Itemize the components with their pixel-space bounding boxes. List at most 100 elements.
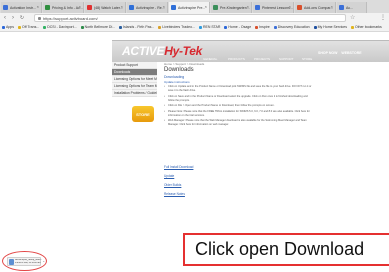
url-text: https://support.activboard.com/ bbox=[43, 15, 98, 21]
nav-item[interactable]: PRODUCTS bbox=[228, 57, 245, 61]
bookmark-icon bbox=[17, 25, 21, 29]
nav-item[interactable]: GENERAL bbox=[203, 57, 217, 61]
bookmark-label: Inspire bbox=[259, 25, 270, 29]
bookmark-label: Islands - Firth Pas... bbox=[123, 25, 155, 29]
bookmark-label: DCSI - Davinport... bbox=[47, 25, 77, 29]
reload-icon[interactable]: ↻ bbox=[19, 15, 25, 21]
browser-tab[interactable]: Pricing & Info - Ac... × bbox=[43, 2, 84, 13]
browser-tab[interactable]: (48) Watch Later... × bbox=[85, 2, 126, 13]
bookmark-icon bbox=[198, 25, 202, 29]
close-icon[interactable]: × bbox=[205, 4, 207, 9]
tab-favicon-icon bbox=[213, 5, 218, 10]
close-icon[interactable]: × bbox=[121, 4, 123, 9]
close-icon[interactable]: × bbox=[331, 4, 333, 9]
kebab-menu-icon[interactable]: ⋮ bbox=[380, 14, 386, 21]
star-icon[interactable]: ☆ bbox=[350, 14, 355, 21]
bookmark-item[interactable]: Livebinders Tradeo... bbox=[158, 25, 195, 29]
tab-favicon-icon bbox=[129, 5, 134, 10]
sidebar-item-meet-manager[interactable]: Licensing Options for Meet Manager bbox=[112, 76, 157, 83]
browser-tab[interactable]: Add-ons Compar... × bbox=[295, 2, 336, 13]
tab-label: Pre-Kindergarten... bbox=[220, 5, 250, 10]
tab-favicon-icon bbox=[255, 5, 260, 10]
close-icon[interactable]: × bbox=[79, 4, 81, 9]
tab-label: Add-ons Compar... bbox=[304, 5, 334, 10]
sidebar-item-downloads[interactable]: Downloads bbox=[112, 69, 157, 76]
logo-text: ACTIVE bbox=[122, 44, 165, 58]
sidebar-item-product-support[interactable]: Product Support bbox=[112, 62, 157, 69]
release-notes-link[interactable]: Release Notes bbox=[164, 192, 185, 196]
browser-tab[interactable]: Pre-Kindergarten... × bbox=[211, 2, 252, 13]
utility-links: SHOP NOW WEBSTORE bbox=[318, 51, 366, 55]
close-icon[interactable]: × bbox=[37, 4, 39, 9]
instruction-list: Click on Update and in the Product Name … bbox=[164, 85, 314, 129]
bookmark-item[interactable]: Other bookmarks bbox=[350, 25, 382, 29]
download-status: 6.8/49.0 MB, 10 mins left bbox=[15, 261, 41, 264]
bookmark-item[interactable]: Home - Osage bbox=[224, 25, 251, 29]
browser-tab[interactable]: Pinterest Lessons... × bbox=[253, 2, 294, 13]
back-arrow-icon[interactable]: ‹ bbox=[2, 15, 8, 21]
nav-item[interactable]: STORE bbox=[302, 57, 312, 61]
list-item: Click on Save and in the Product Name or… bbox=[164, 95, 314, 103]
bookmark-label: Other bookmarks bbox=[354, 25, 382, 29]
tab-label: Ac... bbox=[346, 5, 354, 10]
tab-label: (48) Watch Later... bbox=[94, 5, 123, 10]
bookmark-icon bbox=[273, 25, 277, 29]
close-icon[interactable]: × bbox=[289, 4, 291, 9]
screen: Activation Instr... × Pricing & Info - A… bbox=[0, 0, 389, 272]
close-icon[interactable]: × bbox=[247, 4, 249, 9]
tab-favicon-icon bbox=[87, 5, 92, 10]
lock-icon bbox=[38, 16, 41, 20]
breadcrumb: Home > Support > Downloads bbox=[164, 62, 205, 66]
bookmark-item[interactable]: My Home Services bbox=[313, 25, 347, 29]
bookmark-item[interactable]: Discovery Education bbox=[273, 25, 310, 29]
bookmark-icon bbox=[255, 25, 259, 29]
shop-now-link[interactable]: SHOP NOW bbox=[318, 51, 337, 55]
tab-favicon-icon bbox=[171, 5, 176, 10]
bookmark-label: Apps bbox=[6, 25, 14, 29]
download-item[interactable]: ActivInspire_Setup_Multi... 6.8/49.0 MB,… bbox=[7, 257, 44, 266]
bookmark-item[interactable]: REN STAR bbox=[198, 25, 221, 29]
bookmark-label: Discovery Education bbox=[277, 25, 310, 29]
sidebar-item-team-manager[interactable]: Licensing Options for Team Manager bbox=[112, 83, 157, 90]
browser-tab[interactable]: ActivInspire - Re... × bbox=[127, 2, 168, 13]
nav-item[interactable]: PROJECTS bbox=[254, 57, 270, 61]
bookmark-item[interactable]: North Bellmore Di... bbox=[80, 25, 115, 29]
sidebar-item-installation[interactable]: Installation Problems / Guidelines bbox=[112, 90, 157, 97]
bookmark-label: Home - Osage bbox=[228, 25, 252, 29]
sidebar: Product Support Downloads Licensing Opti… bbox=[112, 62, 157, 97]
close-icon[interactable]: × bbox=[163, 4, 165, 9]
bookmark-label: Off Trans... bbox=[21, 25, 40, 29]
browser-tab[interactable]: Activation Instr... × bbox=[1, 2, 42, 13]
list-item: Click on Update and in the Product Name … bbox=[164, 85, 314, 93]
old-builds-link[interactable]: Older Builds bbox=[164, 183, 181, 187]
tab-label: ActivInspire Pre... bbox=[178, 5, 206, 10]
bookmarks-bar: Apps Off Trans... DCSI - Davinport... No… bbox=[0, 23, 389, 32]
bookmark-label: Livebinders Tradeo... bbox=[162, 25, 195, 29]
nav-item[interactable]: SUPPORT bbox=[279, 57, 293, 61]
full-install-link[interactable]: Full Install Download bbox=[164, 165, 193, 169]
chevron-up-icon[interactable]: ^ bbox=[43, 260, 44, 264]
tab-label: Activation Instr... bbox=[10, 5, 36, 10]
update-link[interactable]: Update bbox=[164, 174, 174, 178]
bookmark-item[interactable]: Off Trans... bbox=[17, 25, 40, 29]
store-button[interactable]: STORE bbox=[132, 106, 154, 122]
bookmark-item[interactable]: Inspire bbox=[255, 25, 270, 29]
bookmark-label: REN STAR bbox=[202, 25, 221, 29]
url-input[interactable]: https://support.activboard.com/ bbox=[34, 14, 346, 22]
browser-tab-active[interactable]: ActivInspire Pre... × bbox=[169, 2, 210, 13]
forward-arrow-icon[interactable]: › bbox=[10, 15, 16, 21]
bookmark-icon bbox=[158, 25, 162, 29]
section-heading: Downloading bbox=[164, 75, 185, 79]
browser-tab[interactable]: Ac... bbox=[337, 2, 367, 13]
bookmark-item[interactable]: Apps bbox=[2, 25, 14, 29]
site-logo[interactable]: ACTIVEHy-Tek bbox=[122, 44, 202, 58]
subsection-heading: Update instructions bbox=[164, 80, 190, 84]
bookmark-label: My Home Services bbox=[317, 25, 347, 29]
tab-label: ActivInspire - Re... bbox=[136, 5, 165, 10]
bookmark-item[interactable]: Islands - Firth Pas... bbox=[119, 25, 154, 29]
webstore-link[interactable]: WEBSTORE bbox=[341, 51, 361, 55]
tab-favicon-icon bbox=[297, 5, 302, 10]
list-item: Web Manager: Please note that the Web Ma… bbox=[164, 119, 314, 127]
bookmark-item[interactable]: DCSI - Davinport... bbox=[43, 25, 77, 29]
bookmark-icon bbox=[2, 25, 5, 29]
